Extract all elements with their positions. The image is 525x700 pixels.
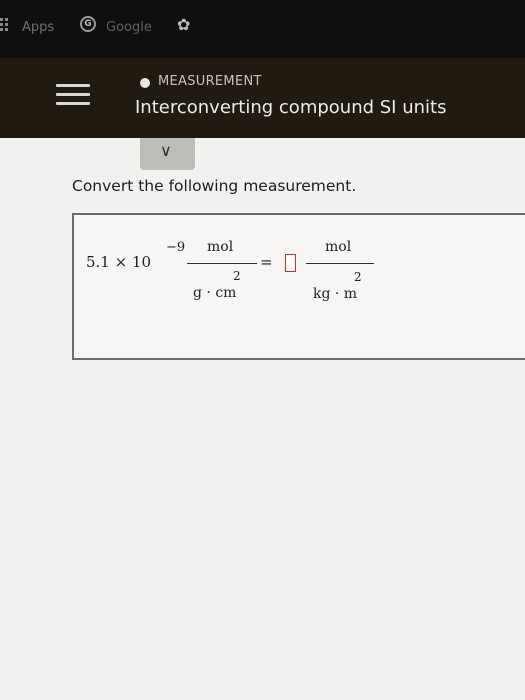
page-title: Interconverting compound SI units xyxy=(135,97,447,118)
given-numerator: mol xyxy=(207,239,234,255)
apps-grid-icon[interactable] xyxy=(0,18,12,36)
target-denominator-exponent: 2 xyxy=(354,270,362,284)
target-denominator: kg · m xyxy=(313,286,358,302)
menu-icon[interactable] xyxy=(56,84,90,106)
google-icon[interactable]: G xyxy=(80,16,96,32)
status-dot-icon xyxy=(140,78,150,88)
bookmarks-bar: Apps G Google ✿ xyxy=(0,0,525,58)
exponent: −9 xyxy=(166,240,186,255)
question-instruction: Convert the following measurement. xyxy=(72,177,357,195)
bookmark-google[interactable]: Google xyxy=(106,20,152,35)
collapse-button[interactable]: ∨ xyxy=(140,138,195,170)
bookmark-apps[interactable]: Apps xyxy=(22,20,54,35)
topic-category: MEASUREMENT xyxy=(158,74,262,89)
chevron-down-icon: ∨ xyxy=(160,141,172,160)
answer-panel xyxy=(72,213,525,360)
given-denominator-exponent: 2 xyxy=(233,269,241,283)
target-numerator: mol xyxy=(325,239,352,255)
gear-icon[interactable]: ✿ xyxy=(177,15,190,34)
answer-input[interactable] xyxy=(285,254,296,272)
equals-sign: = xyxy=(260,253,273,271)
given-denominator: g · cm xyxy=(193,285,237,301)
coefficient: 5.1 × 10 xyxy=(86,253,152,271)
fraction-bar xyxy=(306,263,374,264)
fraction-bar xyxy=(187,263,257,264)
